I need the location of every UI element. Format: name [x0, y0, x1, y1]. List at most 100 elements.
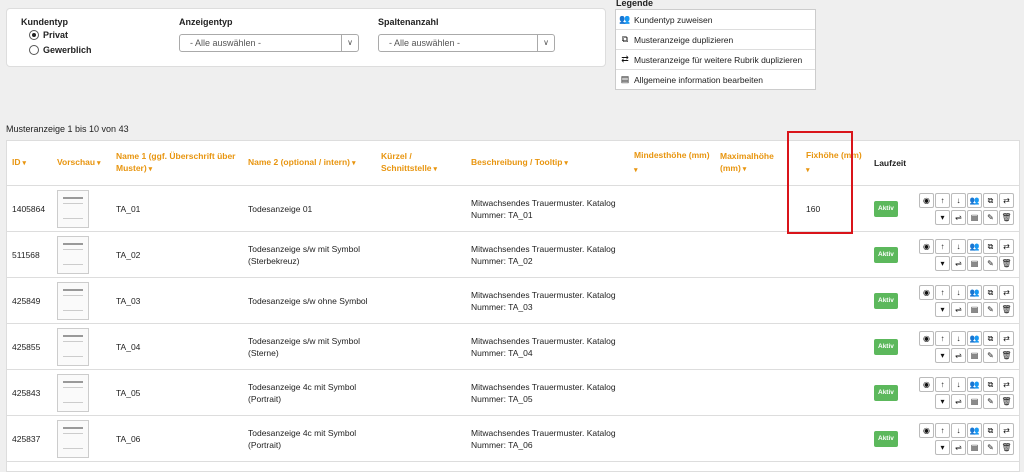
cell-id: 425837	[7, 415, 52, 462]
exchange-icon[interactable]: ⇌	[951, 255, 966, 271]
arrow-up-icon[interactable]: ↑	[935, 192, 950, 208]
trash-icon[interactable]: 🗑	[999, 439, 1014, 455]
pencil-icon[interactable]: ✎	[983, 393, 998, 409]
arrow-down-icon[interactable]: ↓	[951, 238, 966, 254]
file-icon[interactable]: ▤	[967, 347, 982, 363]
arrow-down-icon[interactable]: ↓	[951, 192, 966, 208]
preview-thumbnail[interactable]	[57, 235, 89, 274]
users-icon[interactable]: 👥	[967, 376, 982, 392]
pencil-icon[interactable]: ✎	[983, 439, 998, 455]
eye-icon[interactable]: ◉	[919, 238, 934, 254]
arrow-down-icon[interactable]: ↓	[951, 376, 966, 392]
exchange-icon[interactable]: ⇌	[951, 209, 966, 225]
file-icon[interactable]: ▤	[967, 255, 982, 271]
table-row[interactable]: 1405864 TA_01 Todesanzeige 01 Mitwachsendes…	[7, 185, 1019, 232]
users-icon[interactable]: 👥	[967, 284, 982, 300]
caret-down-icon[interactable]: ▾	[935, 209, 950, 225]
arrow-up-icon[interactable]: ↑	[935, 376, 950, 392]
trash-icon[interactable]: 🗑	[999, 209, 1014, 225]
arrow-up-icon[interactable]: ↑	[935, 284, 950, 300]
status-badge: Aktiv	[874, 246, 898, 263]
table-row[interactable]: 511568 TA_02 Todesanzeige s/w mit Symbol (…	[7, 231, 1019, 278]
copy-icon[interactable]: ⧉	[983, 422, 998, 438]
header-name2[interactable]: Name 2 (optional / intern)	[243, 141, 376, 186]
anzeigentyp-value: - Alle auswählen -	[190, 38, 262, 48]
table-row[interactable]: 425849 TA_03 Todesanzeige s/w ohne Symbol M…	[7, 277, 1019, 324]
header-id[interactable]: ID	[7, 141, 52, 186]
eye-icon[interactable]: ◉	[919, 422, 934, 438]
users-icon[interactable]: 👥	[967, 422, 982, 438]
retweet-icon[interactable]: ⇄	[999, 330, 1014, 346]
eye-icon[interactable]: ◉	[919, 284, 934, 300]
trash-icon[interactable]: 🗑	[999, 393, 1014, 409]
arrow-up-icon[interactable]: ↑	[935, 238, 950, 254]
header-kuerzel[interactable]: Kürzel / Schnittstelle	[376, 141, 466, 186]
caret-down-icon[interactable]: ▾	[935, 393, 950, 409]
caret-down-icon[interactable]: ▾	[935, 439, 950, 455]
header-mindesthoehe[interactable]: Mindesthöhe (mm)	[629, 141, 715, 186]
radio-gewerblich-indicator[interactable]	[29, 45, 39, 55]
exchange-icon[interactable]: ⇌	[951, 301, 966, 317]
header-beschreibung[interactable]: Beschreibung / Tooltip	[466, 141, 629, 186]
file-icon[interactable]: ▤	[967, 301, 982, 317]
exchange-icon[interactable]: ⇌	[951, 393, 966, 409]
trash-icon[interactable]: 🗑	[999, 301, 1014, 317]
arrow-up-icon[interactable]: ↑	[935, 330, 950, 346]
spaltenanzahl-select[interactable]: - Alle auswählen - ∨	[378, 34, 555, 52]
copy-icon[interactable]: ⧉	[983, 192, 998, 208]
cell-kuerzel	[376, 277, 466, 324]
copy-icon[interactable]: ⧉	[983, 330, 998, 346]
retweet-icon[interactable]: ⇄	[999, 192, 1014, 208]
copy-icon[interactable]: ⧉	[983, 376, 998, 392]
radio-privat-indicator[interactable]	[29, 30, 39, 40]
exchange-icon[interactable]: ⇌	[951, 439, 966, 455]
cell-actions: ◉ ↑ ↓ 👥 ⧉ ⇄ ▾ ⇌ ▤ ✎ 🗑	[919, 369, 1019, 416]
trash-icon[interactable]: 🗑	[999, 255, 1014, 271]
eye-icon[interactable]: ◉	[919, 376, 934, 392]
eye-icon[interactable]: ◉	[919, 330, 934, 346]
eye-icon[interactable]: ◉	[919, 192, 934, 208]
preview-thumbnail[interactable]	[57, 281, 89, 320]
caret-down-icon[interactable]: ▾	[935, 301, 950, 317]
preview-thumbnail[interactable]	[57, 327, 89, 366]
header-name1[interactable]: Name 1 (ggf. Überschrift über Muster)	[111, 141, 243, 186]
legend-title: Legende	[616, 0, 654, 8]
arrow-down-icon[interactable]: ↓	[951, 422, 966, 438]
table-row[interactable]: 425837 TA_06 Todesanzeige 4c mit Symbol (P…	[7, 415, 1019, 462]
retweet-icon[interactable]: ⇄	[999, 422, 1014, 438]
file-icon[interactable]: ▤	[967, 439, 982, 455]
preview-thumbnail[interactable]	[57, 189, 89, 228]
users-icon[interactable]: 👥	[967, 192, 982, 208]
retweet-icon[interactable]: ⇄	[999, 376, 1014, 392]
users-icon[interactable]: 👥	[967, 238, 982, 254]
pencil-icon[interactable]: ✎	[983, 255, 998, 271]
radio-gewerblich[interactable]: Gewerblich	[29, 45, 92, 55]
users-icon[interactable]: 👥	[967, 330, 982, 346]
copy-icon[interactable]: ⧉	[983, 284, 998, 300]
table-row[interactable]: 425843 TA_05 Todesanzeige 4c mit Symbol (P…	[7, 369, 1019, 416]
retweet-icon[interactable]: ⇄	[999, 284, 1014, 300]
caret-down-icon[interactable]: ▾	[935, 255, 950, 271]
arrow-down-icon[interactable]: ↓	[951, 284, 966, 300]
preview-thumbnail[interactable]	[57, 419, 89, 458]
arrow-down-icon[interactable]: ↓	[951, 330, 966, 346]
copy-icon[interactable]: ⧉	[983, 238, 998, 254]
cell-actions: ◉ ↑ ↓ 👥 ⧉ ⇄ ▾ ⇌ ▤ ✎ 🗑	[919, 231, 1019, 278]
anzeigentyp-select[interactable]: - Alle auswählen - ∨	[179, 34, 359, 52]
file-icon[interactable]: ▤	[967, 393, 982, 409]
pencil-icon[interactable]: ✎	[983, 301, 998, 317]
exchange-icon[interactable]: ⇌	[951, 347, 966, 363]
pencil-icon[interactable]: ✎	[983, 347, 998, 363]
preview-thumbnail[interactable]	[57, 373, 89, 412]
radio-privat[interactable]: Privat	[29, 30, 68, 40]
table-row[interactable]: 425855 TA_04 Todesanzeige s/w mit Symbol (…	[7, 323, 1019, 370]
legend-label: Musteranzeige duplizieren	[634, 34, 734, 45]
file-icon[interactable]: ▤	[967, 209, 982, 225]
caret-down-icon[interactable]: ▾	[935, 347, 950, 363]
cell-maximalhoehe	[715, 277, 801, 324]
trash-icon[interactable]: 🗑	[999, 347, 1014, 363]
retweet-icon[interactable]: ⇄	[999, 238, 1014, 254]
arrow-up-icon[interactable]: ↑	[935, 422, 950, 438]
header-vorschau[interactable]: Vorschau	[52, 141, 111, 186]
pencil-icon[interactable]: ✎	[983, 209, 998, 225]
